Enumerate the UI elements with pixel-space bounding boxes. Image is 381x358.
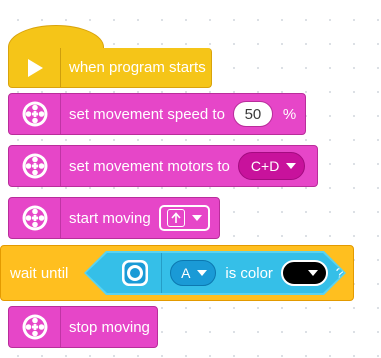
motor-icon xyxy=(22,205,47,231)
color-sensor-icon xyxy=(121,260,148,286)
stop-moving-label: stop moving xyxy=(69,318,150,336)
chevron-down-icon xyxy=(191,215,202,221)
sensor-icon-area xyxy=(108,253,163,293)
set-movement-speed-label: set movement speed to xyxy=(69,105,225,123)
set-movement-motors-label: set movement motors to xyxy=(69,157,230,175)
chevron-down-icon xyxy=(197,270,208,276)
speed-unit-label: % xyxy=(282,105,297,123)
chevron-down-icon xyxy=(307,270,318,276)
is-color-label: is color xyxy=(225,264,273,282)
start-moving-label: start moving xyxy=(69,209,151,227)
when-program-starts-label: when program starts xyxy=(69,59,206,76)
motor-icon-area xyxy=(9,146,61,186)
motor-icon xyxy=(22,101,47,127)
motor-icon-area xyxy=(9,94,61,134)
port-value: A xyxy=(181,265,191,281)
stop-moving-block[interactable]: stop moving xyxy=(8,306,158,348)
motor-icon-area xyxy=(9,307,61,347)
set-movement-speed-block[interactable]: set movement speed to 50 % xyxy=(8,93,306,135)
start-moving-block[interactable]: start moving xyxy=(8,197,220,239)
play-icon xyxy=(27,58,43,77)
arrow-up-icon xyxy=(166,209,185,227)
motor-icon xyxy=(22,314,47,340)
direction-dropdown[interactable] xyxy=(158,205,210,231)
when-program-starts-block[interactable]: when program starts xyxy=(8,48,212,88)
port-dropdown[interactable]: A xyxy=(170,260,217,286)
color-sensor-condition[interactable]: A is color ? xyxy=(86,253,344,293)
code-canvas[interactable]: when program starts set movement speed t… xyxy=(0,0,381,358)
set-movement-motors-block[interactable]: set movement motors to C+D xyxy=(8,145,318,187)
wait-until-label: wait until xyxy=(10,264,69,282)
motor-icon-area xyxy=(9,198,61,238)
hat-icon-area xyxy=(9,48,61,87)
motor-pair-value: C+D xyxy=(250,158,280,174)
motor-pair-dropdown[interactable]: C+D xyxy=(237,152,306,180)
motor-icon xyxy=(22,153,47,179)
speed-input[interactable]: 50 xyxy=(232,101,273,127)
chevron-down-icon xyxy=(286,163,297,169)
color-dropdown[interactable] xyxy=(280,260,328,286)
